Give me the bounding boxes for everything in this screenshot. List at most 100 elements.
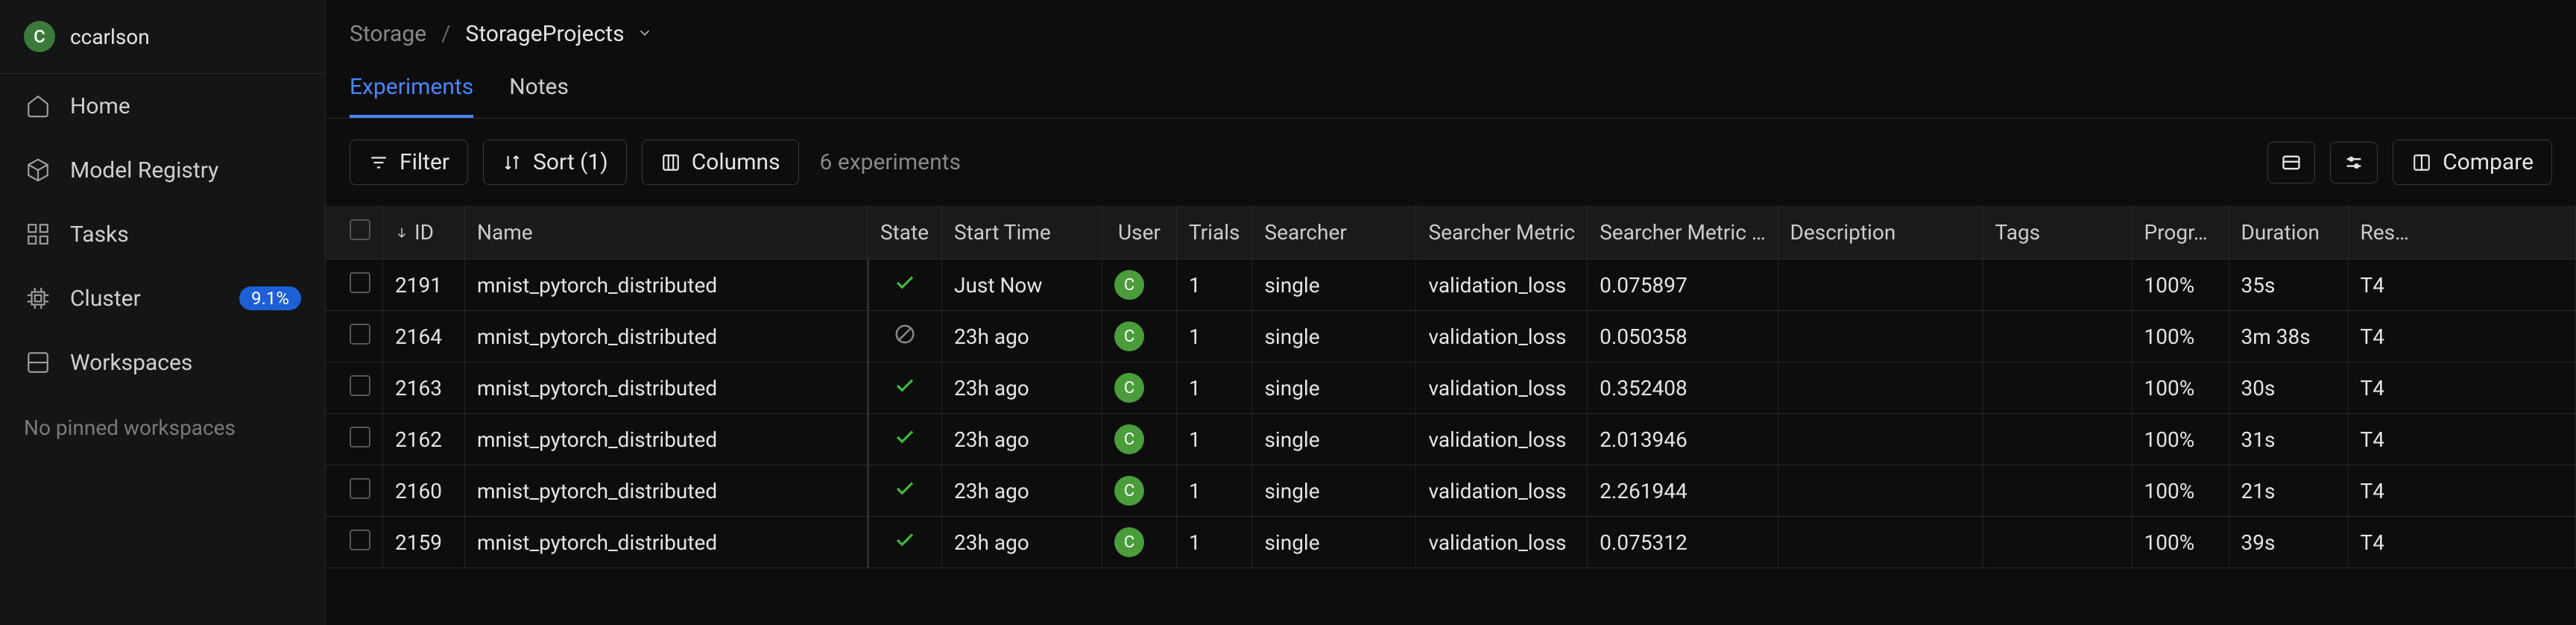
col-select-all[interactable] xyxy=(326,206,383,260)
row-checkbox[interactable] xyxy=(326,260,383,311)
cell-metric: validation_loss xyxy=(1416,311,1588,362)
col-user[interactable]: User xyxy=(1102,206,1177,260)
cell-name[interactable]: mnist_pytorch_distributed xyxy=(465,414,868,465)
cell-dur: 3m 38s xyxy=(2229,311,2348,362)
col-desc[interactable]: Description xyxy=(1778,206,1983,260)
row-checkbox[interactable] xyxy=(326,517,383,568)
cell-res: T4 xyxy=(2348,260,2575,311)
cell-metricval: 0.050358 xyxy=(1588,311,1778,362)
cell-desc xyxy=(1778,465,1983,517)
settings-button[interactable] xyxy=(2330,142,2378,183)
tab-experiments[interactable]: Experiments xyxy=(350,74,473,118)
cell-metricval: 0.075312 xyxy=(1588,517,1778,568)
row-checkbox[interactable] xyxy=(326,414,383,465)
table-row[interactable]: 2160mnist_pytorch_distributed23h agoC1si… xyxy=(326,465,2576,517)
card-view-button[interactable] xyxy=(2267,142,2315,183)
cell-dur: 31s xyxy=(2229,414,2348,465)
cell-searcher: single xyxy=(1252,414,1416,465)
cell-state xyxy=(868,260,942,311)
col-trials[interactable]: Trials xyxy=(1177,206,1252,260)
compare-button[interactable]: Compare xyxy=(2393,139,2552,185)
sidebar-item-label: Tasks xyxy=(70,222,129,248)
table: ID Name State Start Time User Trials Sea… xyxy=(326,206,2576,625)
filter-button[interactable]: Filter xyxy=(350,139,468,185)
table-row[interactable]: 2164mnist_pytorch_distributed23h agoC1si… xyxy=(326,311,2576,362)
cluster-badge: 9.1% xyxy=(239,286,301,310)
cell-name[interactable]: mnist_pytorch_distributed xyxy=(465,465,868,517)
cell-user: C xyxy=(1102,465,1177,517)
cell-id: 2164 xyxy=(383,311,465,362)
cell-dur: 21s xyxy=(2229,465,2348,517)
breadcrumb-root[interactable]: Storage xyxy=(350,21,426,47)
checkbox-icon xyxy=(350,530,370,550)
col-dur[interactable]: Duration xyxy=(2229,206,2348,260)
cell-metric: validation_loss xyxy=(1416,260,1588,311)
sidebar-item-model-registry[interactable]: Model Registry xyxy=(0,138,325,202)
cell-dur: 35s xyxy=(2229,260,2348,311)
cell-res: T4 xyxy=(2348,414,2575,465)
cell-name[interactable]: mnist_pytorch_distributed xyxy=(465,260,868,311)
tab-notes[interactable]: Notes xyxy=(509,74,569,118)
cell-name[interactable]: mnist_pytorch_distributed xyxy=(465,362,868,414)
cell-searcher: single xyxy=(1252,465,1416,517)
col-res[interactable]: Res… xyxy=(2348,206,2575,260)
col-tags[interactable]: Tags xyxy=(1983,206,2132,260)
table-row[interactable]: 2191mnist_pytorch_distributedJust NowC1s… xyxy=(326,260,2576,311)
breadcrumb-sep: / xyxy=(441,21,450,47)
cell-prog: 100% xyxy=(2132,465,2229,517)
user-block[interactable]: C ccarlson xyxy=(0,0,325,74)
cell-state xyxy=(868,517,942,568)
col-metricval[interactable]: Searcher Metric … xyxy=(1588,206,1778,260)
cell-trials: 1 xyxy=(1177,517,1252,568)
col-searcher[interactable]: Searcher xyxy=(1252,206,1416,260)
sidebar-item-home[interactable]: Home xyxy=(0,74,325,138)
cell-tags xyxy=(1983,465,2132,517)
breadcrumb: Storage / StorageProjects xyxy=(326,0,2576,47)
col-state[interactable]: State xyxy=(868,206,942,260)
sidebar: C ccarlson Home Model Registry Tasks xyxy=(0,0,326,625)
sidebar-item-cluster[interactable]: Cluster 9.1% xyxy=(0,266,325,330)
row-checkbox[interactable] xyxy=(326,362,383,414)
sidebar-item-workspaces[interactable]: Workspaces xyxy=(0,330,325,395)
cell-state xyxy=(868,311,942,362)
cell-tags xyxy=(1983,311,2132,362)
cell-dur: 39s xyxy=(2229,517,2348,568)
sidebar-item-tasks[interactable]: Tasks xyxy=(0,202,325,266)
row-checkbox[interactable] xyxy=(326,465,383,517)
checkbox-icon xyxy=(350,324,370,345)
col-metric[interactable]: Searcher Metric xyxy=(1416,206,1588,260)
cell-dur: 30s xyxy=(2229,362,2348,414)
cell-prog: 100% xyxy=(2132,260,2229,311)
table-row[interactable]: 2162mnist_pytorch_distributed23h agoC1si… xyxy=(326,414,2576,465)
cell-name[interactable]: mnist_pytorch_distributed xyxy=(465,311,868,362)
table-row[interactable]: 2159mnist_pytorch_distributed23h agoC1si… xyxy=(326,517,2576,568)
avatar: C xyxy=(1114,373,1144,403)
col-name[interactable]: Name xyxy=(465,206,868,260)
cell-start: 23h ago xyxy=(942,465,1102,517)
sort-button[interactable]: Sort (1) xyxy=(483,139,627,185)
col-prog[interactable]: Progr… xyxy=(2132,206,2229,260)
cell-desc xyxy=(1778,517,1983,568)
col-start[interactable]: Start Time xyxy=(942,206,1102,260)
cell-tags xyxy=(1983,362,2132,414)
cell-state xyxy=(868,465,942,517)
table-header-row: ID Name State Start Time User Trials Sea… xyxy=(326,206,2576,260)
checkbox-icon xyxy=(350,219,370,240)
columns-button[interactable]: Columns xyxy=(642,139,799,185)
cell-name[interactable]: mnist_pytorch_distributed xyxy=(465,517,868,568)
cell-metricval: 2.013946 xyxy=(1588,414,1778,465)
col-id[interactable]: ID xyxy=(383,206,465,260)
table-row[interactable]: 2163mnist_pytorch_distributed23h agoC1si… xyxy=(326,362,2576,414)
chevron-down-icon xyxy=(637,21,653,47)
user-name: ccarlson xyxy=(70,25,150,49)
avatar: C xyxy=(1114,424,1144,454)
breadcrumb-current[interactable]: StorageProjects xyxy=(466,21,653,47)
main: Storage / StorageProjects Experiments No… xyxy=(326,0,2576,625)
cell-res: T4 xyxy=(2348,517,2575,568)
experiment-count: 6 experiments xyxy=(820,149,961,175)
cell-prog: 100% xyxy=(2132,311,2229,362)
avatar: C xyxy=(1114,270,1144,300)
cell-trials: 1 xyxy=(1177,465,1252,517)
row-checkbox[interactable] xyxy=(326,311,383,362)
sort-desc-icon xyxy=(395,226,408,239)
